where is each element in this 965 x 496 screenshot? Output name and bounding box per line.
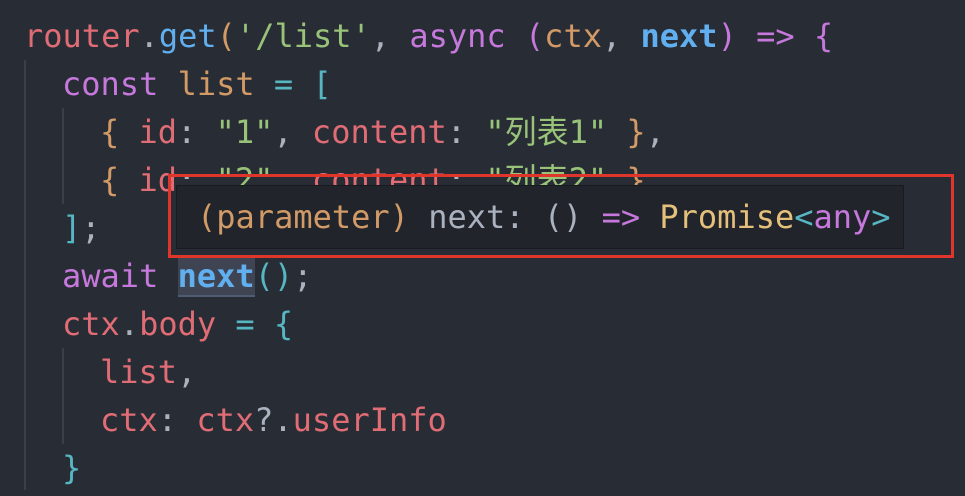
punctuation: . (139, 17, 159, 55)
code-line-2: const list = [ (62, 60, 332, 108)
call-next-hovered[interactable]: next (177, 257, 255, 297)
paren: () (254, 257, 294, 295)
code-line-5: ]; (62, 204, 101, 252)
punctuation: ; (293, 257, 313, 295)
punctuation: , (645, 113, 665, 151)
paren: ) (717, 17, 737, 55)
hover-signature-parens: () (543, 198, 583, 236)
property-body: body (139, 305, 217, 343)
optional-chain: ?. (254, 401, 293, 439)
code-editor[interactable]: router.get('/list', async (ctx, next) =>… (0, 0, 965, 496)
param-ctx: ctx (544, 17, 602, 55)
code-line-9: ctx: ctx?.userInfo (100, 396, 447, 444)
hover-kind: (parameter) (197, 198, 409, 236)
indent-guide (24, 60, 26, 490)
brace: { (273, 305, 294, 343)
punctuation: ; (81, 209, 101, 247)
punctuation: , (177, 353, 197, 391)
code-line-1: router.get('/list', async (ctx, next) =>… (24, 12, 833, 60)
string-value: "1" (215, 113, 274, 151)
identifier-list: list (100, 353, 178, 391)
punctuation: : (157, 401, 197, 439)
code-line-8: list, (100, 348, 196, 396)
key-ctx: ctx (100, 401, 158, 439)
indent-guide (62, 108, 64, 204)
punctuation: , (370, 17, 410, 55)
hover-arrow: => (582, 198, 660, 236)
bracket: [ (312, 65, 332, 103)
string-path: '/list' (235, 17, 371, 55)
hover-tooltip: (parameter) next: () => Promise<any> (176, 185, 904, 249)
paren: ( (505, 17, 545, 55)
brace: } (607, 113, 646, 151)
hover-gt: > (871, 198, 891, 236)
operator: = (254, 65, 313, 103)
punctuation: . (119, 305, 140, 343)
punctuation: : (177, 113, 216, 151)
paren: ( (216, 17, 236, 55)
hover-name: next: (408, 198, 544, 236)
string-value: "列表1" (485, 113, 608, 151)
method-get: get (158, 17, 217, 55)
identifier-router: router (24, 17, 140, 55)
punctuation: : (446, 113, 486, 151)
keyword-async: async (409, 17, 506, 55)
code-line-7: ctx.body = { (62, 300, 293, 348)
key-id: id (119, 161, 178, 199)
param-next: next (640, 17, 718, 55)
code-line-6: await next(); (62, 252, 312, 300)
brace: { (813, 17, 834, 55)
bracket: ] (62, 209, 82, 247)
code-line-3: { id: "1", content: "列表1" }, (100, 108, 665, 156)
brace: { (100, 161, 120, 199)
keyword-const: const (62, 65, 159, 103)
property-userinfo: userInfo (292, 401, 447, 439)
brace: { (100, 113, 120, 151)
arrow-operator: => (736, 17, 814, 55)
key-content: content (311, 113, 447, 151)
indent-guide (62, 348, 64, 444)
identifier-ctx: ctx (196, 401, 255, 439)
code-line-10: } (62, 444, 81, 492)
key-id: id (119, 113, 178, 151)
punctuation: , (601, 17, 641, 55)
punctuation: , (273, 113, 312, 151)
hover-type: Promise (659, 198, 795, 236)
hover-lt: < (794, 198, 814, 236)
identifier-list: list (158, 65, 255, 103)
keyword-await: await (62, 257, 159, 295)
identifier-ctx: ctx (62, 305, 120, 343)
brace: } (62, 449, 82, 487)
hover-type-arg: any (813, 198, 872, 236)
operator: = (216, 305, 274, 343)
